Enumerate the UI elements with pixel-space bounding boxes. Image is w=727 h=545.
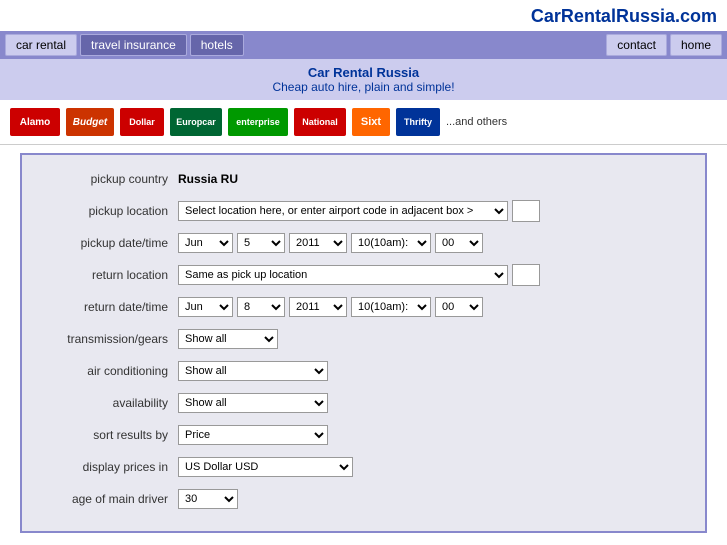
return-airport-code-input[interactable] [512, 264, 540, 286]
logo-budget: Budget [66, 108, 114, 136]
return-min-select[interactable]: 00153045 [435, 297, 483, 317]
age-control: 30 18192021 22232425 26272829 3135405060 [178, 489, 689, 509]
nav-right: contact home [606, 34, 722, 56]
availability-control: Show all Available only [178, 393, 689, 413]
ac-row: air conditioning Show all With A/C Witho… [38, 359, 689, 383]
pickup-country-value: Russia RU [178, 172, 689, 186]
pickup-datetime-control: JunJanFebMar AprMayJulAug SepOctNovDec 5… [178, 233, 689, 253]
nav-home[interactable]: home [670, 34, 722, 56]
age-label: age of main driver [38, 492, 178, 506]
logo-national: National [294, 108, 346, 136]
return-datetime-row: return date/time JunJanFebMar AprMayJulA… [38, 295, 689, 319]
return-year-select[interactable]: 201120122013 [289, 297, 347, 317]
nav-hotels[interactable]: hotels [190, 34, 244, 56]
pickup-year-select[interactable]: 201120122013 [289, 233, 347, 253]
pickup-location-label: pickup location [38, 204, 178, 218]
tagline-sub: Cheap auto hire, plain and simple! [0, 80, 727, 94]
return-location-control: Same as pick up location Different locat… [178, 264, 689, 286]
logo-enterprise: enterprise [228, 108, 288, 136]
currency-label: display prices in [38, 460, 178, 474]
nav-contact[interactable]: contact [606, 34, 667, 56]
return-location-label: return location [38, 268, 178, 282]
pickup-datetime-row: pickup date/time JunJanFebMar AprMayJulA… [38, 231, 689, 255]
currency-select[interactable]: US Dollar USD Euro EUR British Pound GBP… [178, 457, 353, 477]
availability-label: availability [38, 396, 178, 410]
return-location-row: return location Same as pick up location… [38, 263, 689, 287]
pickup-location-control: Select location here, or enter airport c… [178, 200, 689, 222]
logo-dollar: Dollar [120, 108, 164, 136]
return-location-select[interactable]: Same as pick up location Different locat… [178, 265, 508, 285]
ac-label: air conditioning [38, 364, 178, 378]
tagline: Car Rental Russia Cheap auto hire, plain… [0, 59, 727, 100]
sort-select[interactable]: Price Car size Supplier [178, 425, 328, 445]
pickup-country-row: pickup country Russia RU [38, 167, 689, 191]
search-form: pickup country Russia RU pickup location… [20, 153, 707, 533]
pickup-airport-code-input[interactable] [512, 200, 540, 222]
nav-left: car rental travel insurance hotels [5, 34, 244, 56]
transmission-row: transmission/gears Show all Automatic Ma… [38, 327, 689, 351]
pickup-min-select[interactable]: 00153045 [435, 233, 483, 253]
logo-europcar: Europcar [170, 108, 222, 136]
nav-bar: car rental travel insurance hotels conta… [0, 31, 727, 59]
sort-control: Price Car size Supplier [178, 425, 689, 445]
site-title: CarRentalRussia.com [0, 0, 727, 31]
pickup-location-row: pickup location Select location here, or… [38, 199, 689, 223]
transmission-label: transmission/gears [38, 332, 178, 346]
return-hour-select[interactable]: 10(10am):0(12am):8(8am): 9(9am):11(11am)… [351, 297, 431, 317]
return-datetime-label: return date/time [38, 300, 178, 314]
transmission-select[interactable]: Show all Automatic Manual [178, 329, 278, 349]
return-day-select[interactable]: 81234 567910 [237, 297, 285, 317]
logo-sixt: Sixt [352, 108, 390, 136]
ac-select[interactable]: Show all With A/C Without A/C [178, 361, 328, 381]
pickup-month-select[interactable]: JunJanFebMar AprMayJulAug SepOctNovDec [178, 233, 233, 253]
tagline-title: Car Rental Russia [0, 65, 727, 80]
logo-thrifty: Thrifty [396, 108, 440, 136]
pickup-country-label: pickup country [38, 172, 178, 186]
logo-others: ...and others [446, 116, 507, 128]
partners-bar: Alamo Budget Dollar Europcar enterprise … [0, 100, 727, 145]
nav-travel-insurance[interactable]: travel insurance [80, 34, 187, 56]
availability-select[interactable]: Show all Available only [178, 393, 328, 413]
nav-car-rental[interactable]: car rental [5, 34, 77, 56]
return-datetime-control: JunJanFebMar AprMayJulAug SepOctNovDec 8… [178, 297, 689, 317]
currency-row: display prices in US Dollar USD Euro EUR… [38, 455, 689, 479]
ac-control: Show all With A/C Without A/C [178, 361, 689, 381]
pickup-day-select[interactable]: 51234 678910 [237, 233, 285, 253]
return-month-select[interactable]: JunJanFebMar AprMayJulAug SepOctNovDec [178, 297, 233, 317]
sort-label: sort results by [38, 428, 178, 442]
currency-control: US Dollar USD Euro EUR British Pound GBP… [178, 457, 689, 477]
age-row: age of main driver 30 18192021 22232425 … [38, 487, 689, 511]
transmission-control: Show all Automatic Manual [178, 329, 689, 349]
pickup-country-text: Russia RU [178, 172, 238, 186]
pickup-hour-select[interactable]: 10(10am):0(12am):1(1am): 8(8am):9(9am):1… [351, 233, 431, 253]
age-select[interactable]: 30 18192021 22232425 26272829 3135405060 [178, 489, 238, 509]
availability-row: availability Show all Available only [38, 391, 689, 415]
pickup-location-select[interactable]: Select location here, or enter airport c… [178, 201, 508, 221]
logo-alamo: Alamo [10, 108, 60, 136]
pickup-datetime-label: pickup date/time [38, 236, 178, 250]
sort-row: sort results by Price Car size Supplier [38, 423, 689, 447]
